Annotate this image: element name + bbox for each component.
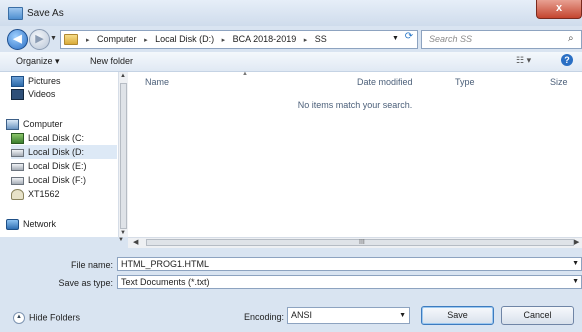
column-header-type[interactable]: Type [455, 77, 475, 87]
save-form: File name: HTML_PROG1.HTML ▼ Save as typ… [0, 248, 582, 332]
disk-icon [11, 162, 24, 171]
scroll-up-icon[interactable]: ▲ [120, 73, 126, 79]
empty-message: No items match your search. [297, 100, 413, 110]
search-placeholder: Search SS [429, 34, 473, 44]
disk-icon [11, 148, 24, 157]
forward-button[interactable]: ▶ [29, 29, 50, 50]
organize-button[interactable]: Organize ▾ [16, 56, 60, 67]
scrollbar-thumb[interactable] [120, 83, 127, 229]
breadcrumb-item-computer[interactable]: Computer [97, 34, 137, 44]
back-button[interactable]: ◀ [7, 29, 28, 50]
search-icon[interactable]: ⌕ [568, 33, 574, 44]
file-list: Name ▲ Date modified Type Size No items … [128, 71, 582, 237]
chevron-down-icon[interactable]: ▼ [399, 308, 406, 323]
sidebar-item-network[interactable]: Network [6, 217, 56, 231]
recent-pages-dropdown[interactable]: ▼ [50, 35, 57, 42]
encoding-value: ANSI [291, 310, 313, 320]
chevron-down-icon[interactable]: ▼ [572, 276, 579, 288]
pictures-icon [11, 76, 24, 88]
sidebar-item-local-disk-c[interactable]: Local Disk (C: [11, 131, 84, 145]
sort-arrow-icon: ▲ [242, 71, 248, 77]
notepad-icon [8, 7, 23, 20]
file-name-value: HTML_PROG1.HTML [121, 259, 210, 269]
encoding-label: Encoding: [244, 312, 285, 322]
sidebar-item-label: Videos [28, 89, 56, 99]
save-as-type-select[interactable]: Text Documents (*.txt) ▼ [117, 275, 582, 289]
scroll-left-icon[interactable]: ◀ [133, 238, 138, 246]
breadcrumb-separator[interactable]: ▸ [144, 37, 148, 44]
sidebar-item-pictures[interactable]: Pictures [11, 74, 61, 88]
file-list-horizontal-scrollbar[interactable]: ◀ III ▶ [128, 237, 582, 248]
save-as-dialog: Save As x ◀ ▶ ▼ ▸ Computer ▸ Local Disk … [0, 0, 582, 332]
device-icon [11, 189, 24, 201]
os-disk-icon [11, 133, 24, 145]
navigation-pane-scrollbar[interactable]: ▲ ▼ [118, 72, 128, 237]
sidebar-item-local-disk-f[interactable]: Local Disk (F:) [11, 173, 86, 187]
help-icon[interactable]: ? [561, 54, 573, 66]
title-bar: Save As x [0, 0, 582, 26]
hide-folders-label: Hide Folders [29, 312, 81, 323]
sidebar-item-label: Local Disk (E:) [28, 161, 87, 171]
scrollbar-grip: III [359, 239, 365, 246]
address-bar[interactable]: ▸ Computer ▸ Local Disk (D:) ▸ BCA 2018-… [60, 30, 418, 49]
hide-folders-button[interactable]: ▲ Hide Folders [13, 312, 80, 324]
breadcrumb: ▸ Computer ▸ Local Disk (D:) ▸ BCA 2018-… [81, 34, 327, 44]
sidebar-item-label: Network [23, 219, 57, 229]
scroll-corner-arrow-icon[interactable]: ▼ [118, 237, 128, 247]
column-header-date-modified[interactable]: Date modified [357, 77, 413, 87]
navigation-bar: ◀ ▶ ▼ ▸ Computer ▸ Local Disk (D:) ▸ BCA… [0, 26, 582, 52]
network-icon [6, 219, 19, 231]
search-input[interactable]: Search SS ⌕ [421, 30, 582, 49]
scrollbar-thumb[interactable]: III [146, 239, 574, 246]
sidebar-item-label: Local Disk (F:) [28, 175, 87, 185]
views-icon[interactable]: ☷ ▾ [516, 55, 531, 66]
close-button[interactable]: x [536, 0, 582, 19]
breadcrumb-item-bca[interactable]: BCA 2018-2019 [233, 34, 297, 44]
address-dropdown-icon[interactable]: ▼ [392, 35, 399, 42]
window-title: Save As [27, 8, 64, 19]
scroll-right-icon[interactable]: ▶ [574, 238, 579, 246]
new-folder-button[interactable]: New folder [90, 56, 133, 66]
sidebar-item-local-disk-d[interactable]: Local Disk (D: [11, 145, 117, 159]
sidebar-item-label: Local Disk (D: [28, 147, 85, 157]
sidebar-item-label: Local Disk (C: [28, 133, 85, 143]
breadcrumb-separator[interactable]: ▸ [304, 37, 308, 44]
cancel-button[interactable]: Cancel [501, 306, 574, 325]
encoding-select[interactable]: ANSI ▼ [287, 307, 410, 324]
chevron-down-icon[interactable]: ▼ [572, 258, 579, 270]
videos-icon [11, 89, 24, 101]
column-header-name[interactable]: Name [145, 77, 169, 87]
breadcrumb-item-local-disk-d[interactable]: Local Disk (D:) [155, 34, 214, 44]
command-bar: Organize ▾ New folder ☷ ▾ ? [0, 52, 582, 72]
sidebar-item-label: XT1562 [28, 189, 60, 199]
file-name-field[interactable]: HTML_PROG1.HTML ▼ [117, 257, 582, 271]
breadcrumb-separator[interactable]: ▸ [222, 37, 226, 44]
refresh-icon[interactable]: ⟳ [402, 31, 416, 46]
computer-icon [6, 119, 19, 131]
save-as-type-value: Text Documents (*.txt) [121, 277, 210, 287]
folder-icon [64, 34, 78, 45]
sidebar-item-videos[interactable]: Videos [11, 87, 55, 101]
sidebar-item-computer[interactable]: Computer [6, 117, 63, 131]
sidebar-item-label: Pictures [28, 76, 61, 86]
disk-icon [11, 176, 24, 185]
save-as-type-label: Save as type: [58, 278, 113, 288]
sidebar-item-xt1562[interactable]: XT1562 [11, 187, 60, 201]
file-name-label: File name: [70, 260, 113, 270]
sidebar-item-local-disk-e[interactable]: Local Disk (E:) [11, 159, 87, 173]
scroll-down-icon[interactable]: ▼ [120, 230, 126, 236]
column-header-size[interactable]: Size [550, 77, 568, 87]
navigation-pane: Pictures Videos Computer Local Disk (C: … [0, 72, 119, 237]
chevron-up-icon: ▲ [13, 312, 25, 324]
breadcrumb-separator: ▸ [86, 37, 90, 44]
sidebar-item-label: Computer [23, 119, 63, 129]
breadcrumb-item-ss[interactable]: SS [315, 34, 327, 44]
save-button[interactable]: Save [421, 306, 494, 325]
